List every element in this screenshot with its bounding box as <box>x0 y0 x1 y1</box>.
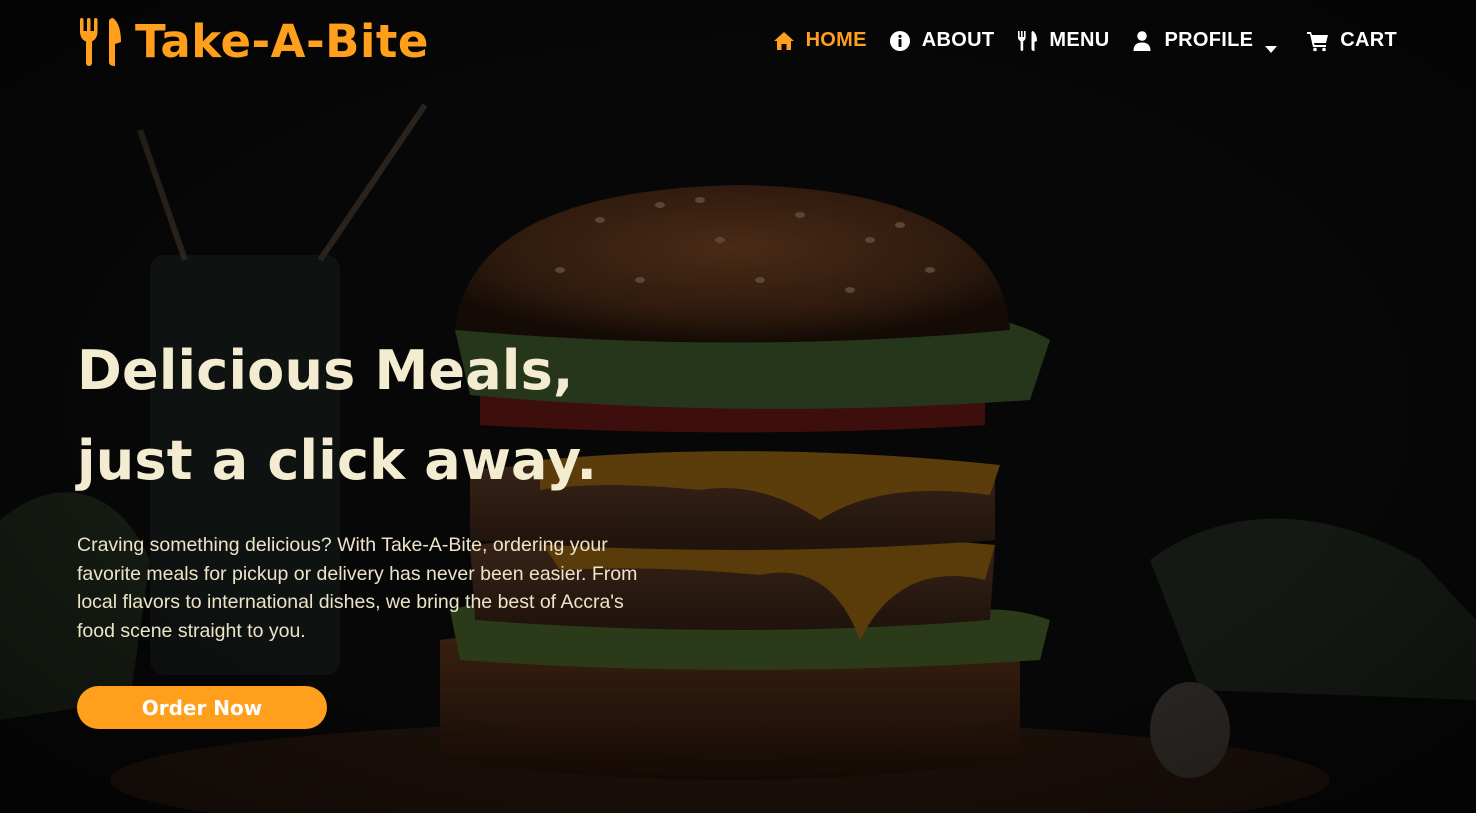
home-icon <box>773 30 795 52</box>
nav-home[interactable]: HOME <box>773 29 867 52</box>
brand-logo-link[interactable]: Take-A-Bite <box>77 16 429 68</box>
navbar: Take-A-Bite HOME ABOUT MENU PROFILE CART <box>0 0 1476 86</box>
main-nav: HOME ABOUT MENU PROFILE CART <box>751 29 1397 53</box>
nav-about-label: ABOUT <box>921 29 995 51</box>
nav-menu[interactable]: MENU <box>1016 29 1109 52</box>
nav-menu-label: MENU <box>1049 29 1110 51</box>
hero-title-line-2: just a click away. <box>77 429 598 492</box>
nav-cart[interactable]: CART <box>1307 29 1397 52</box>
nav-profile-label: PROFILE <box>1164 29 1254 51</box>
info-circle-icon <box>889 30 911 52</box>
hero-description: Craving something delicious? With Take-A… <box>77 534 638 643</box>
user-icon <box>1131 30 1153 52</box>
caret-down-icon <box>1265 37 1278 53</box>
cart-icon <box>1307 30 1329 52</box>
utensils-icon <box>77 16 123 68</box>
hero-title-line-1: Delicious Meals, <box>77 339 574 402</box>
nav-profile-dropdown[interactable]: PROFILE <box>1131 29 1278 53</box>
nav-about[interactable]: ABOUT <box>889 29 995 52</box>
brand-name: Take-A-Bite <box>135 15 429 68</box>
nav-cart-label: CART <box>1340 29 1397 51</box>
utensils-icon <box>1016 30 1038 52</box>
hero-title: Delicious Meals, just a click away. <box>77 326 777 506</box>
nav-home-label: HOME <box>805 29 867 51</box>
order-now-button[interactable]: Order Now <box>77 686 327 729</box>
